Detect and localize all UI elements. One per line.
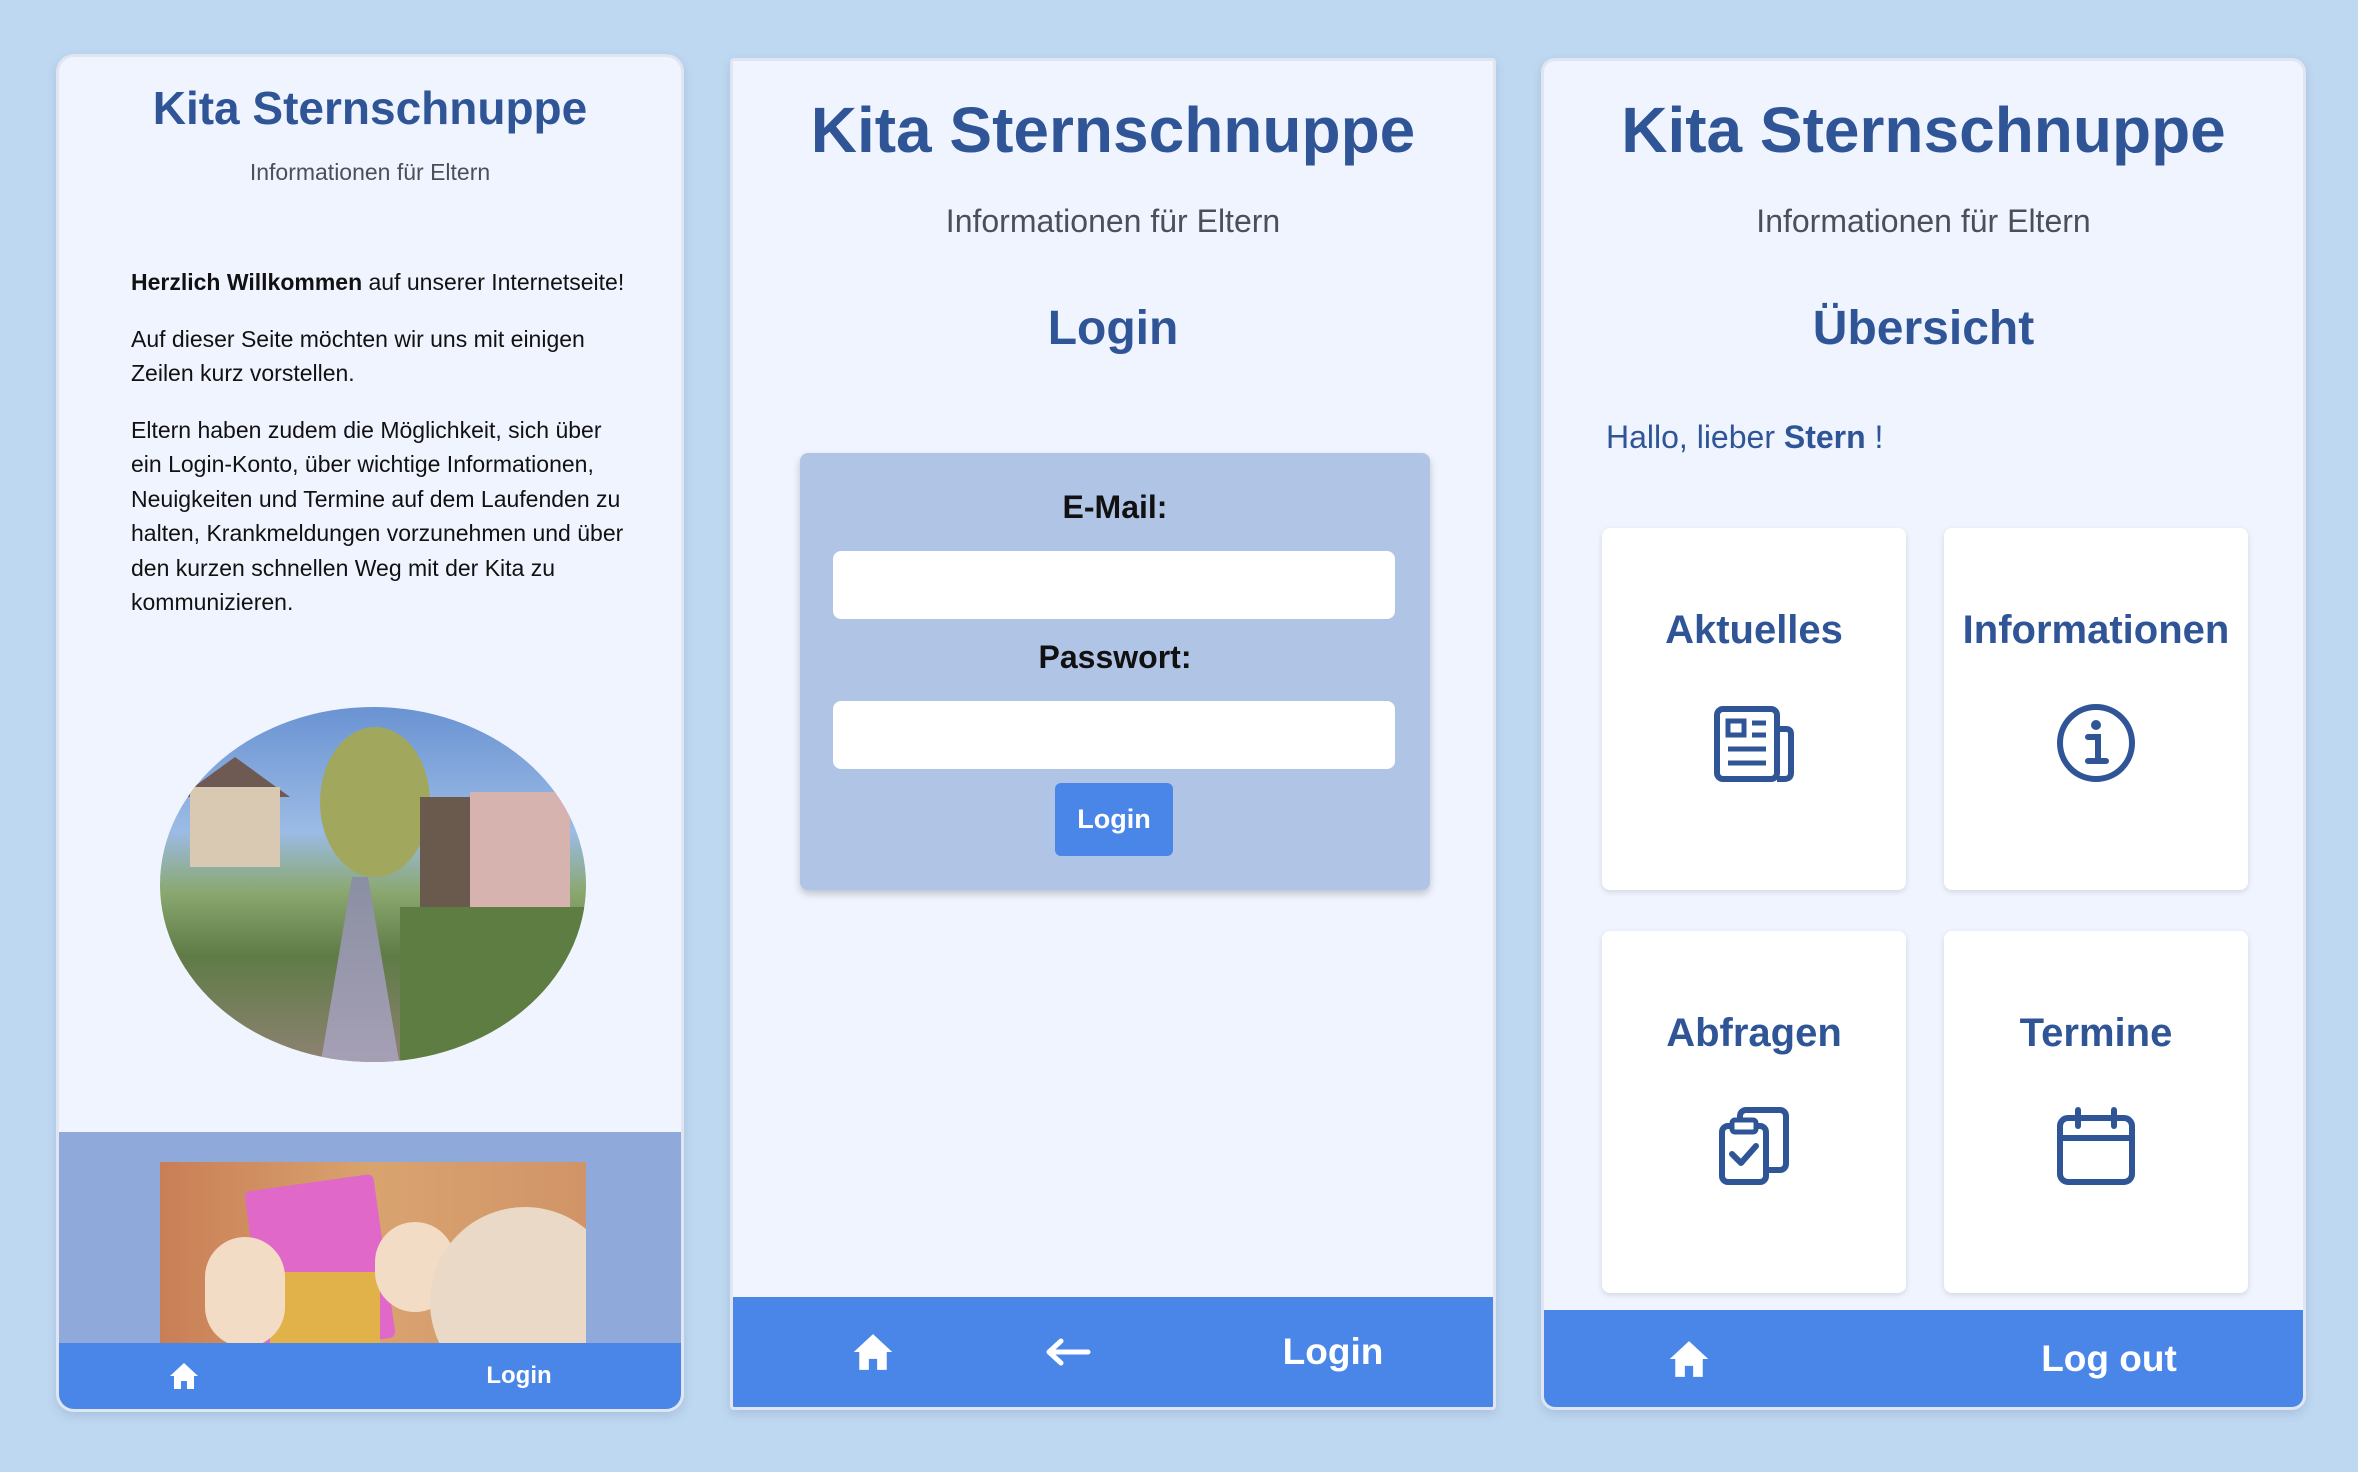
- email-field[interactable]: [833, 551, 1395, 619]
- card-informationen[interactable]: Informationen: [1944, 528, 2248, 890]
- home-icon[interactable]: [1649, 1310, 1729, 1407]
- nav-login-link[interactable]: Login: [459, 1343, 579, 1409]
- welcome-screen: Kita Sternschnuppe Informationen für Elt…: [56, 54, 684, 1412]
- logout-button[interactable]: Log out: [1994, 1310, 2224, 1407]
- card-title: Termine: [2019, 1011, 2173, 1055]
- password-label: Passwort:: [1038, 639, 1192, 675]
- greeting: Hallo, lieber Stern !: [1606, 419, 1883, 456]
- paragraph-2: Auf dieser Seite möchten wir uns mit ein…: [131, 325, 585, 387]
- page-title: Übersicht: [1812, 302, 2035, 355]
- paragraph-3: Eltern haben zudem die Möglichkeit, sich…: [131, 416, 624, 616]
- password-field[interactable]: [833, 701, 1395, 769]
- bottom-nav: Login: [733, 1297, 1493, 1407]
- card-abfragen[interactable]: Abfragen: [1602, 931, 1906, 1293]
- page-title: Login: [1047, 302, 1179, 355]
- login-form: E-Mail: Passwort: Login: [800, 453, 1430, 890]
- app-subtitle: Informationen für Eltern: [945, 203, 1281, 239]
- email-label: E-Mail:: [1062, 489, 1168, 525]
- app-title: Kita Sternschnuppe: [152, 82, 588, 134]
- calendar-icon: [2057, 1107, 2135, 1185]
- intro-paragraph: Herzlich Willkommen auf unserer Internet…: [131, 265, 631, 300]
- intro-rest: auf unserer Internetseite!: [362, 269, 625, 295]
- card-title: Abfragen: [1666, 1011, 1842, 1055]
- arrow-left-icon[interactable]: [1028, 1297, 1108, 1407]
- bottom-nav: Login: [59, 1343, 681, 1409]
- card-aktuelles[interactable]: Aktuelles: [1602, 528, 1906, 890]
- nav-login-link[interactable]: Login: [1233, 1297, 1433, 1407]
- app-title: Kita Sternschnuppe: [810, 94, 1416, 166]
- card-title: Aktuelles: [1665, 608, 1843, 652]
- card-termine[interactable]: Termine: [1944, 931, 2248, 1293]
- home-icon[interactable]: [154, 1343, 214, 1409]
- greeting-prefix: Hallo, lieber: [1606, 419, 1784, 455]
- info-icon: [2057, 704, 2135, 782]
- kita-courtyard-photo: [160, 707, 586, 1062]
- child-toy-photo: [160, 1162, 586, 1347]
- login-screen: Kita Sternschnuppe Informationen für Elt…: [730, 58, 1496, 1410]
- intro-bold: Herzlich Willkommen: [131, 269, 363, 295]
- app-subtitle: Informationen für Eltern: [249, 159, 491, 185]
- home-icon[interactable]: [833, 1297, 913, 1407]
- overview-screen: Kita Sternschnuppe Informationen für Elt…: [1541, 58, 2306, 1410]
- login-button[interactable]: Login: [1055, 783, 1173, 856]
- welcome-text: Herzlich Willkommen auf unserer Internet…: [131, 265, 631, 642]
- newspaper-icon: [1714, 706, 1794, 782]
- app-title: Kita Sternschnuppe: [1621, 94, 2226, 166]
- app-subtitle: Informationen für Eltern: [1756, 203, 2091, 239]
- bottom-nav: Log out: [1544, 1310, 2303, 1407]
- greeting-suffix: !: [1865, 419, 1884, 455]
- user-name: Stern: [1783, 419, 1866, 455]
- clipboard-check-icon: [1719, 1107, 1789, 1185]
- card-title: Informationen: [1962, 608, 2230, 652]
